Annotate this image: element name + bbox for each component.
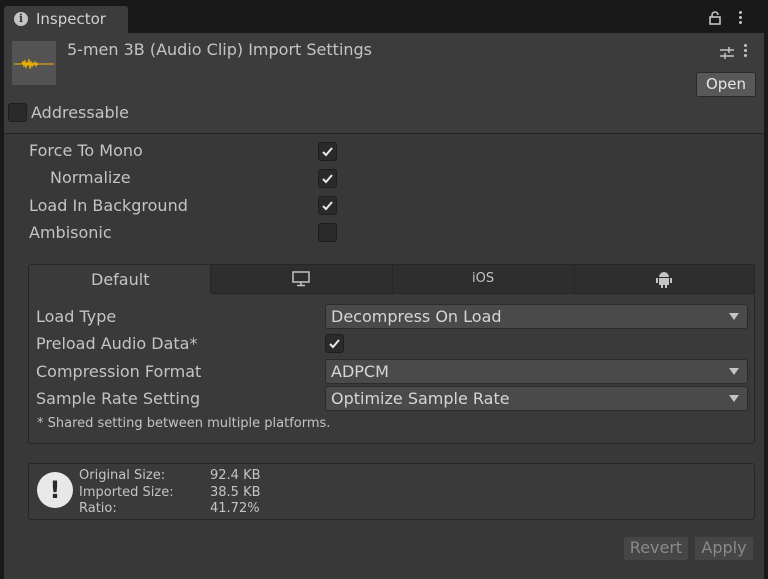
preset-sliders-icon[interactable] (720, 45, 734, 64)
tab-default[interactable]: Default (29, 265, 211, 293)
chevron-down-icon (729, 313, 739, 320)
original-size-label: Original Size: (79, 468, 166, 483)
addressable-checkbox[interactable] (8, 103, 27, 122)
preload-audio-checkbox[interactable] (325, 334, 344, 353)
load-in-background-checkbox[interactable] (318, 196, 337, 215)
check-icon (322, 201, 333, 211)
shared-setting-note: * Shared setting between multiple platfo… (37, 416, 331, 431)
sample-rate-value: Optimize Sample Rate (331, 389, 510, 408)
tab-android[interactable] (575, 265, 754, 294)
tab-label: Inspector (36, 10, 106, 28)
check-icon (322, 147, 333, 157)
page-title: 5-men 3B (Audio Clip) Import Settings (67, 40, 373, 59)
load-type-label: Load Type (36, 307, 117, 326)
tab-bar: i Inspector (0, 0, 768, 33)
check-icon (322, 174, 333, 184)
force-to-mono-label: Force To Mono (29, 141, 143, 160)
imported-size-label: Imported Size: (79, 485, 174, 500)
ratio-value: 41.72% (210, 501, 260, 516)
sample-rate-dropdown[interactable]: Optimize Sample Rate (325, 386, 748, 411)
imported-size-value: 38.5 KB (210, 485, 261, 500)
compression-format-dropdown[interactable]: ADPCM (325, 359, 748, 384)
load-type-value: Decompress On Load (331, 307, 502, 326)
check-icon (329, 339, 340, 349)
size-info-box: ! Original Size: 92.4 KB Imported Size: … (28, 463, 755, 520)
revert-button[interactable]: Revert (623, 536, 689, 561)
tab-menu-icon[interactable] (739, 11, 743, 26)
chevron-down-icon (729, 368, 739, 375)
open-button[interactable]: Open (696, 72, 756, 97)
load-in-background-label: Load In Background (29, 196, 188, 215)
ratio-label: Ratio: (79, 501, 117, 516)
normalize-checkbox[interactable] (318, 169, 337, 188)
info-icon: i (14, 12, 28, 26)
ambisonic-checkbox[interactable] (318, 223, 337, 242)
chevron-down-icon (729, 395, 739, 402)
tab-standalone[interactable] (211, 265, 393, 294)
lock-icon[interactable] (709, 10, 721, 29)
tab-ios-label: iOS (472, 271, 495, 286)
compression-format-label: Compression Format (36, 362, 202, 381)
warning-icon: ! (37, 472, 73, 508)
normalize-label: Normalize (50, 168, 131, 187)
original-size-value: 92.4 KB (210, 468, 261, 483)
android-icon (656, 272, 672, 288)
force-to-mono-checkbox[interactable] (318, 142, 337, 161)
compression-format-value: ADPCM (331, 362, 389, 381)
tab-inspector[interactable]: i Inspector (4, 6, 128, 33)
addressable-label: Addressable (31, 103, 129, 122)
preload-audio-label: Preload Audio Data* (36, 334, 198, 353)
load-type-dropdown[interactable]: Decompress On Load (325, 304, 748, 329)
tab-default-label: Default (91, 270, 150, 289)
desktop-icon (292, 271, 310, 287)
ambisonic-label: Ambisonic (29, 223, 112, 242)
tab-ios[interactable]: iOS (393, 265, 575, 294)
apply-button[interactable]: Apply (694, 536, 754, 561)
audio-thumbnail (12, 41, 56, 85)
header-menu-icon[interactable] (744, 44, 748, 59)
sample-rate-label: Sample Rate Setting (36, 389, 201, 408)
